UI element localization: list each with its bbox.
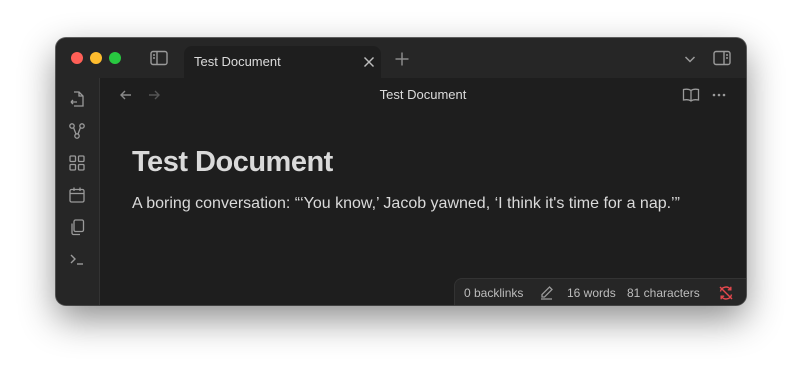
app-window: Test Document Test Document Test Documen… [56,38,746,305]
word-count: 16 words [567,286,616,300]
view-header-title[interactable]: Test Document [100,87,746,102]
document-heading[interactable]: Test Document [132,146,333,179]
reading-view-book-icon[interactable] [682,87,700,103]
right-sidebar-toggle-icon[interactable] [713,50,731,66]
command-palette-terminal-icon[interactable] [68,250,86,268]
tab-test-document[interactable]: Test Document [184,46,381,78]
calendar-icon[interactable] [68,186,86,204]
sync-disabled-icon[interactable] [718,285,734,301]
document-paragraph[interactable]: A boring conversation: “‘You know,’ Jaco… [132,195,680,213]
title-bar: Test Document [56,38,746,78]
copy-templates-icon[interactable] [68,218,86,236]
minimize-window-button[interactable] [90,52,102,64]
editor-pane: Test Document Test Document A boring con… [100,78,746,305]
editing-mode-pencil-icon[interactable] [539,285,554,300]
close-tab-icon[interactable] [362,55,376,69]
backlinks-count[interactable]: 0 backlinks [464,286,523,300]
maximize-window-button[interactable] [109,52,121,64]
new-tab-plus-icon[interactable] [394,51,410,67]
open-quick-switcher-icon[interactable] [68,90,86,108]
more-options-ellipsis-icon[interactable] [711,87,727,103]
status-bar: 0 backlinks 16 words 81 characters [454,278,746,305]
tab-list-chevron-down-icon[interactable] [683,52,697,66]
tab-title: Test Document [194,54,281,69]
character-count: 81 characters [627,286,700,300]
left-sidebar-toggle-icon[interactable] [150,50,168,66]
close-window-button[interactable] [71,52,83,64]
canvas-grid-icon[interactable] [68,154,86,172]
left-ribbon [56,78,100,305]
graph-view-icon[interactable] [68,122,86,140]
